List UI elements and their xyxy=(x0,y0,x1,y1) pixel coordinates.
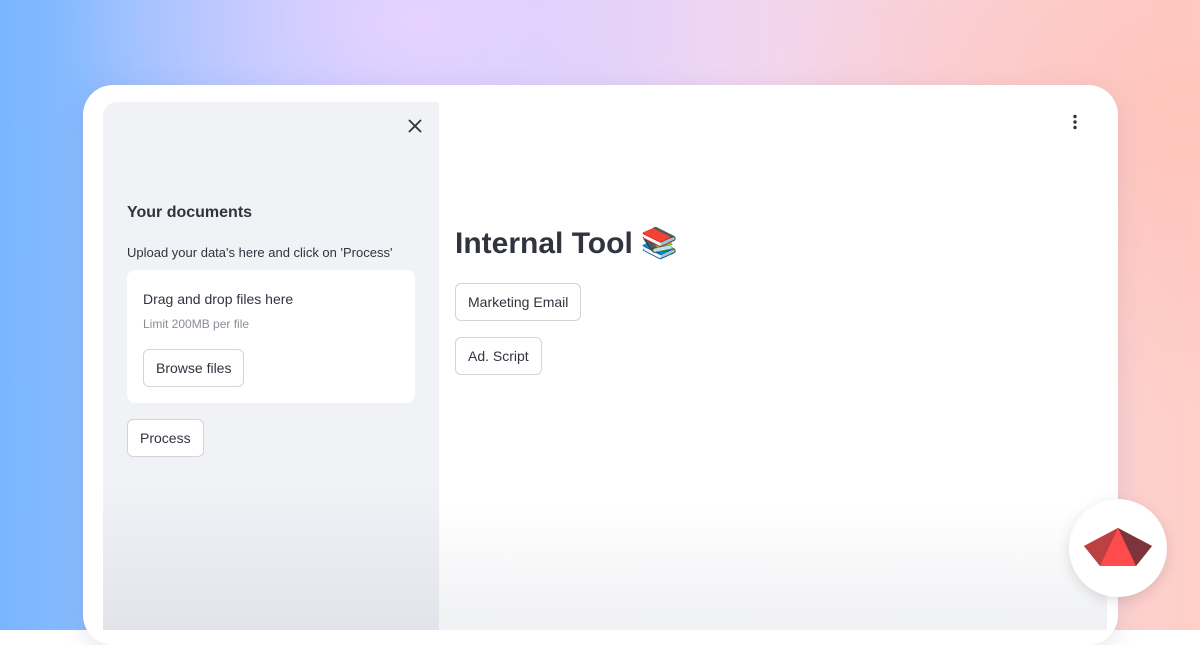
bottom-fade-overlay xyxy=(439,502,1107,630)
process-button[interactable]: Process xyxy=(127,419,204,457)
close-icon xyxy=(408,119,422,133)
upload-label: Upload your data's here and click on 'Pr… xyxy=(127,245,393,260)
sidebar-title: Your documents xyxy=(127,204,253,221)
file-dropzone[interactable]: Drag and drop files here Limit 200MB per… xyxy=(127,270,415,403)
kebab-menu-icon xyxy=(1073,114,1077,130)
page-title-text: Internal Tool xyxy=(455,226,633,260)
streamlit-logo-icon xyxy=(1084,528,1152,566)
marketing-email-button[interactable]: Marketing Email xyxy=(455,283,582,321)
app-window: Your documents Upload your data's here a… xyxy=(103,102,1107,630)
books-emoji-icon: 📚 xyxy=(640,227,679,260)
dropzone-limit: Limit 200MB per file xyxy=(143,317,250,331)
browse-files-button[interactable]: Browse files xyxy=(143,349,245,387)
main-menu-button[interactable] xyxy=(1063,110,1087,134)
page-title: Internal Tool 📚 xyxy=(455,226,678,261)
ad-script-button[interactable]: Ad. Script xyxy=(455,337,542,375)
dropzone-title: Drag and drop files here xyxy=(143,291,294,307)
streamlit-logo-badge xyxy=(1069,499,1167,597)
close-sidebar-button[interactable] xyxy=(403,114,427,138)
sidebar: Your documents Upload your data's here a… xyxy=(103,102,439,630)
